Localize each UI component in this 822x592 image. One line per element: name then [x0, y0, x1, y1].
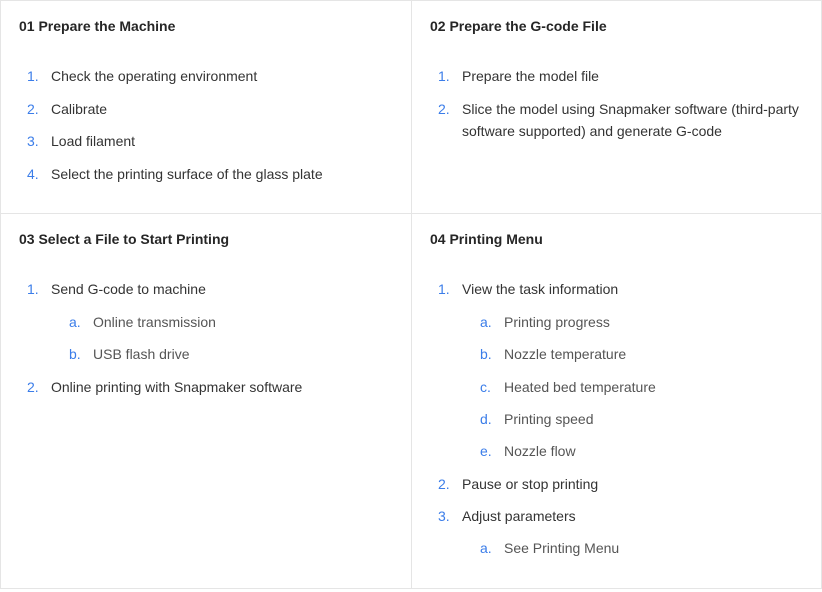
workflow-grid: 01 Prepare the Machine Check the operati… [0, 0, 822, 589]
substep-item: Nozzle temperature [480, 343, 803, 365]
substep-item: Printing speed [480, 408, 803, 430]
cell-printing-menu: 04 Printing Menu View the task informati… [411, 213, 822, 589]
step-list: Check the operating environment Calibrat… [19, 65, 393, 185]
substep-list: See Printing Menu [462, 537, 803, 559]
step-list: Prepare the model file Slice the model u… [430, 65, 803, 142]
cell-select-file: 03 Select a File to Start Printing Send … [0, 213, 411, 589]
step-item: View the task information Printing progr… [438, 278, 803, 462]
step-item: Adjust parameters See Printing Menu [438, 505, 803, 560]
cell-title: 01 Prepare the Machine [19, 15, 393, 37]
step-list: View the task information Printing progr… [430, 278, 803, 560]
substep-item: See Printing Menu [480, 537, 803, 559]
cell-title: 03 Select a File to Start Printing [19, 228, 393, 250]
substep-item: Printing progress [480, 311, 803, 333]
cell-title: 04 Printing Menu [430, 228, 803, 250]
step-text: Adjust parameters [462, 508, 576, 524]
step-item: Prepare the model file [438, 65, 803, 87]
substep-item: USB flash drive [69, 343, 393, 365]
step-item: Calibrate [27, 98, 393, 120]
cell-prepare-machine: 01 Prepare the Machine Check the operati… [0, 0, 411, 213]
substep-item: Heated bed temperature [480, 376, 803, 398]
substep-list: Printing progress Nozzle temperature Hea… [462, 311, 803, 463]
step-item: Load filament [27, 130, 393, 152]
substep-item: Online transmission [69, 311, 393, 333]
step-item: Pause or stop printing [438, 473, 803, 495]
step-item: Online printing with Snapmaker software [27, 376, 393, 398]
step-item: Check the operating environment [27, 65, 393, 87]
step-text: Send G-code to machine [51, 281, 206, 297]
cell-prepare-gcode: 02 Prepare the G-code File Prepare the m… [411, 0, 822, 213]
substep-item: Nozzle flow [480, 440, 803, 462]
substep-list: Online transmission USB flash drive [51, 311, 393, 366]
step-item: Select the printing surface of the glass… [27, 163, 393, 185]
step-list: Send G-code to machine Online transmissi… [19, 278, 393, 398]
cell-title: 02 Prepare the G-code File [430, 15, 803, 37]
step-text: View the task information [462, 281, 618, 297]
step-item: Send G-code to machine Online transmissi… [27, 278, 393, 365]
step-item: Slice the model using Snapmaker software… [438, 98, 803, 143]
